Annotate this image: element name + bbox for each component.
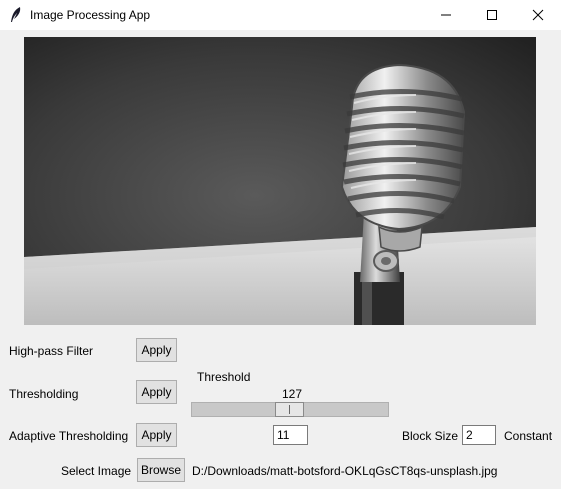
window-title: Image Processing App <box>30 8 151 22</box>
adaptive-value-input[interactable]: 11 <box>273 425 308 445</box>
threshold-value-readout: 127 <box>282 387 303 401</box>
minimize-icon <box>441 14 451 16</box>
high-pass-apply-button[interactable]: Apply <box>136 338 177 362</box>
browse-button[interactable]: Browse <box>137 458 185 482</box>
image-preview <box>24 37 536 325</box>
select-image-label: Select Image <box>61 464 132 478</box>
minimize-button[interactable] <box>423 0 469 30</box>
microphone-photo <box>24 37 536 325</box>
block-size-input[interactable]: 2 <box>462 425 496 445</box>
adaptive-apply-button[interactable]: Apply <box>136 423 177 447</box>
maximize-button[interactable] <box>469 0 515 30</box>
threshold-slider-label: Threshold <box>197 370 251 384</box>
adaptive-thresholding-label: Adaptive Thresholding <box>9 429 129 443</box>
image-path-label: D:/Downloads/matt-botsford-OKLqGsCT8qs-u… <box>192 464 498 478</box>
thresholding-label: Thresholding <box>9 387 79 401</box>
title-bar: Image Processing App <box>0 0 561 30</box>
thresholding-apply-button[interactable]: Apply <box>136 380 177 404</box>
feather-icon <box>8 6 24 24</box>
high-pass-filter-label: High-pass Filter <box>9 344 94 358</box>
constant-label: Constant <box>504 429 553 443</box>
close-icon <box>532 9 544 21</box>
threshold-slider-handle[interactable] <box>275 402 304 417</box>
close-button[interactable] <box>515 0 561 30</box>
maximize-icon <box>487 10 497 20</box>
block-size-label: Block Size <box>402 429 459 443</box>
